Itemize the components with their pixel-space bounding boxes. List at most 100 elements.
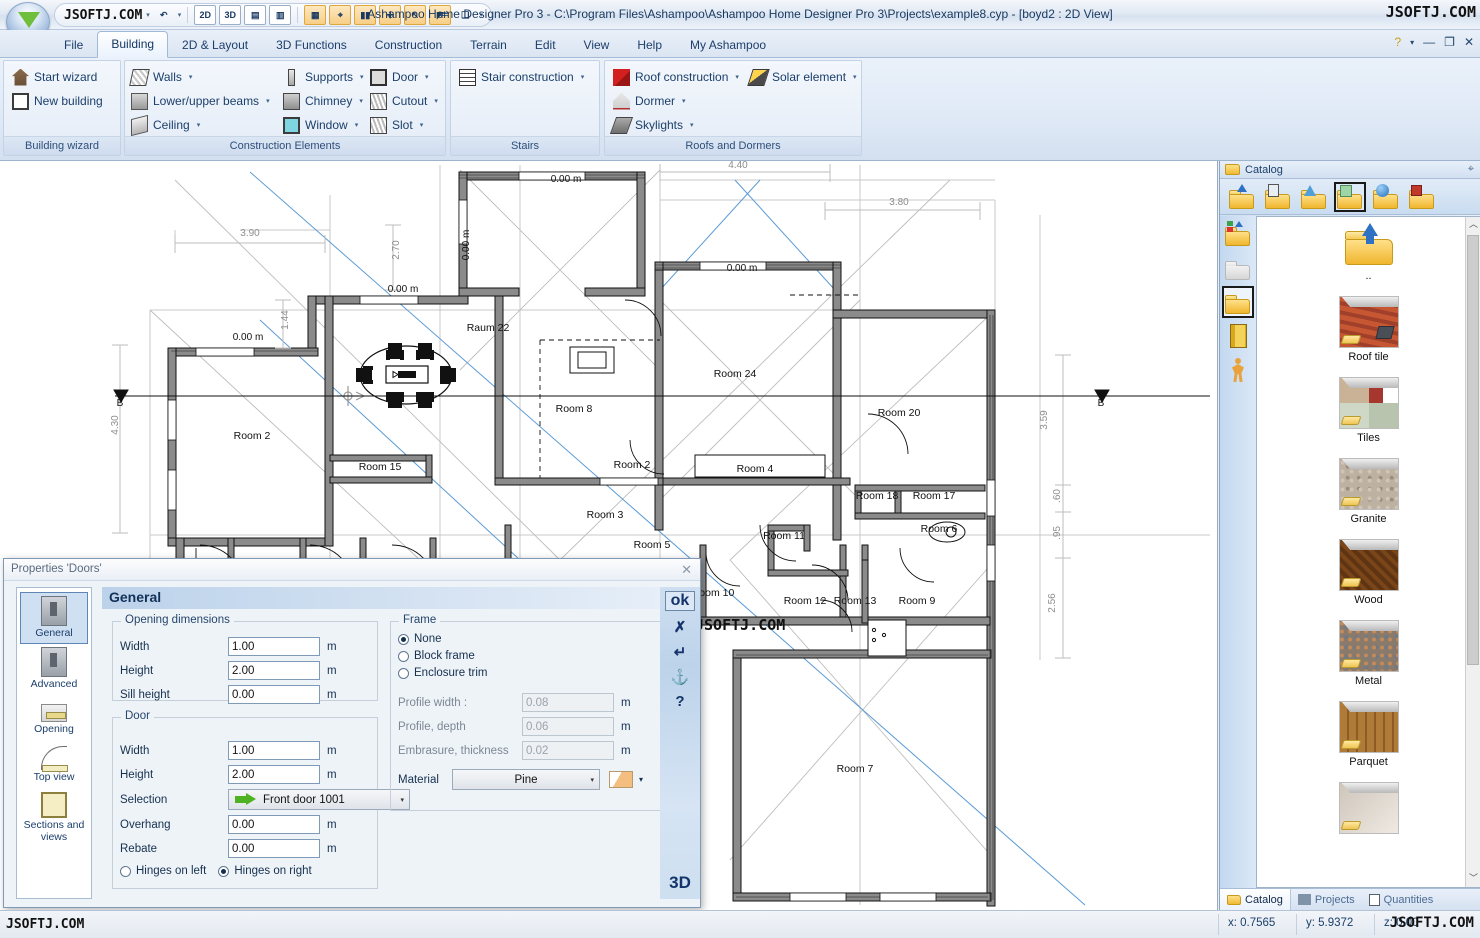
catalog-folder-3d[interactable] [1298, 182, 1330, 212]
catalog-item-metal[interactable]: Metal [1257, 606, 1480, 687]
cutout-caret-icon[interactable]: ▾ [434, 97, 438, 105]
ribbon-skylights[interactable]: Skylights ▾ [609, 114, 694, 136]
skylights-caret-icon[interactable]: ▾ [690, 121, 694, 129]
catalog-item-parquet[interactable]: Parquet [1257, 687, 1480, 768]
ribbon-chimney[interactable]: Chimney ▾ [283, 90, 363, 112]
radio-hinges-left[interactable]: Hinges on left [120, 865, 206, 877]
walls-caret-icon[interactable]: ▾ [189, 73, 193, 81]
input-overhang[interactable]: 0.00 [228, 815, 320, 834]
tab-edit[interactable]: Edit [521, 32, 570, 58]
catalog-side-materials[interactable] [1222, 286, 1254, 318]
catalog-scrollbar[interactable]: ︿ ﹀ [1465, 217, 1480, 887]
catalog-folder-world[interactable] [1370, 182, 1402, 212]
catalog-scroll-down-icon[interactable]: ﹀ [1466, 871, 1480, 887]
ribbon-dormer[interactable]: Dormer ▾ [613, 90, 686, 112]
catalog-side-surfaces[interactable] [1222, 252, 1254, 284]
radio-frame-enclosure[interactable]: Enclosure trim [398, 667, 488, 679]
ribbon-stair-construction[interactable]: Stair construction ▾ [459, 66, 584, 88]
tab-file[interactable]: File [50, 32, 97, 58]
catalog-folder-materials[interactable] [1334, 181, 1366, 212]
help-icon[interactable]: ? [1394, 35, 1401, 49]
catalog-folder-search[interactable] [1406, 182, 1438, 212]
ok-button[interactable]: ok [664, 591, 696, 611]
dialog-nav-sections[interactable]: Sections and views [20, 787, 88, 847]
roof-caret-icon[interactable]: ▾ [735, 73, 739, 81]
catalog-item-list[interactable]: .. Roof tile Tiles Granite Wood Metal Pa… [1256, 216, 1480, 888]
tab-construction[interactable]: Construction [361, 32, 456, 58]
input-door-height[interactable]: 2.00 [228, 765, 320, 784]
tab-my-ashampoo[interactable]: My Ashampoo [676, 32, 780, 58]
catalog-item-last[interactable] [1257, 768, 1480, 834]
help-caret-icon[interactable]: ▾ [1410, 38, 1414, 47]
radio-hinges-right[interactable]: Hinges on right [218, 865, 312, 877]
material-swatch-caret-icon[interactable]: ▾ [639, 775, 643, 784]
dormer-caret-icon[interactable]: ▾ [682, 97, 686, 105]
input-door-width[interactable]: 1.00 [228, 741, 320, 760]
doc-close-button[interactable]: ✕ [1464, 35, 1474, 49]
material-swatch-icon[interactable] [609, 771, 633, 788]
combo-material-caret-icon[interactable]: ▾ [590, 776, 594, 784]
catalog-tab-quantities[interactable]: Quantities [1362, 889, 1441, 911]
catalog-folder-objects[interactable] [1226, 182, 1258, 212]
doc-restore-button[interactable]: ❐ [1444, 35, 1455, 49]
ribbon-start-wizard[interactable]: Start wizard [12, 66, 97, 88]
supports-caret-icon[interactable]: ▾ [360, 73, 364, 81]
slot-caret-icon[interactable]: ▾ [420, 121, 424, 129]
catalog-item-wood[interactable]: Wood [1257, 525, 1480, 606]
ribbon-ceiling[interactable]: Ceiling ▾ [131, 114, 200, 136]
help-button[interactable]: ? [675, 693, 684, 710]
ribbon-solar-element[interactable]: Solar element ▾ [747, 66, 857, 88]
catalog-side-symbols[interactable] [1222, 218, 1254, 250]
tab-terrain[interactable]: Terrain [456, 32, 521, 58]
cancel-button[interactable]: ✗ [674, 618, 687, 636]
input-rebate[interactable]: 0.00 [228, 839, 320, 858]
stair-caret-icon[interactable]: ▾ [581, 73, 585, 81]
catalog-side-textures[interactable] [1222, 320, 1254, 352]
catalog-side-people[interactable] [1222, 354, 1254, 386]
catalog-scroll-thumb[interactable] [1467, 235, 1479, 665]
ribbon-door[interactable]: Door ▾ [370, 66, 429, 88]
ribbon-walls[interactable]: Walls ▾ [129, 66, 193, 88]
catalog-item-tiles[interactable]: Tiles [1257, 363, 1480, 444]
tab-2d-layout[interactable]: 2D & Layout [168, 32, 262, 58]
ribbon-cutout[interactable]: Cutout ▾ [370, 90, 438, 112]
ribbon-slot[interactable]: Slot ▾ [370, 114, 423, 136]
combo-material[interactable]: Pine ▾ [452, 769, 600, 790]
catalog-tab-projects[interactable]: Projects [1291, 889, 1362, 911]
tab-view[interactable]: View [570, 32, 624, 58]
radio-frame-block[interactable]: Block frame [398, 650, 475, 662]
solar-caret-icon[interactable]: ▾ [853, 73, 857, 81]
catalog-scroll-up-icon[interactable]: ︿ [1466, 217, 1480, 233]
input-opening-width[interactable]: 1.00 [228, 637, 320, 656]
ribbon-supports[interactable]: Supports ▾ [283, 66, 364, 88]
ribbon-lower-upper-beams[interactable]: Lower/upper beams ▾ [131, 90, 270, 112]
doc-minimize-button[interactable]: — [1423, 35, 1435, 49]
tab-help[interactable]: Help [623, 32, 676, 58]
dialog-nav-advanced[interactable]: Advanced [20, 644, 88, 694]
beams-caret-icon[interactable]: ▾ [266, 97, 270, 105]
pin-icon[interactable]: ⌖ [1468, 163, 1474, 176]
anchor-button[interactable]: ⚓ [671, 668, 690, 686]
catalog-item-rooftile[interactable]: Roof tile [1257, 282, 1480, 363]
input-sill-height[interactable]: 0.00 [228, 685, 320, 704]
dialog-nav-topview[interactable]: Top view [20, 739, 88, 787]
dialog-nav-opening[interactable]: Opening [20, 694, 88, 739]
chimney-caret-icon[interactable]: ▾ [359, 97, 363, 105]
catalog-item-granite[interactable]: Granite [1257, 444, 1480, 525]
dialog-close-button[interactable]: ✕ [681, 562, 692, 578]
dialog-nav-general[interactable]: General [20, 592, 88, 644]
window-caret-icon[interactable]: ▾ [355, 121, 359, 129]
catalog-item-up[interactable]: .. [1257, 217, 1480, 282]
combo-door-selection[interactable]: Front door 1001 ▾ [228, 789, 410, 810]
door-caret-icon[interactable]: ▾ [425, 73, 429, 81]
ribbon-new-building[interactable]: New building [12, 90, 103, 112]
ceiling-caret-icon[interactable]: ▾ [197, 121, 201, 129]
input-opening-height[interactable]: 2.00 [228, 661, 320, 680]
tab-3d-functions[interactable]: 3D Functions [262, 32, 361, 58]
ribbon-roof-construction[interactable]: Roof construction ▾ [613, 66, 739, 88]
apply-button[interactable]: ↵ [674, 643, 687, 661]
catalog-folder-doors[interactable] [1262, 182, 1294, 212]
catalog-tab-catalog[interactable]: Catalog [1220, 888, 1291, 911]
view-3d-toggle-button[interactable]: 3D [669, 873, 691, 893]
tab-building[interactable]: Building [97, 31, 169, 58]
